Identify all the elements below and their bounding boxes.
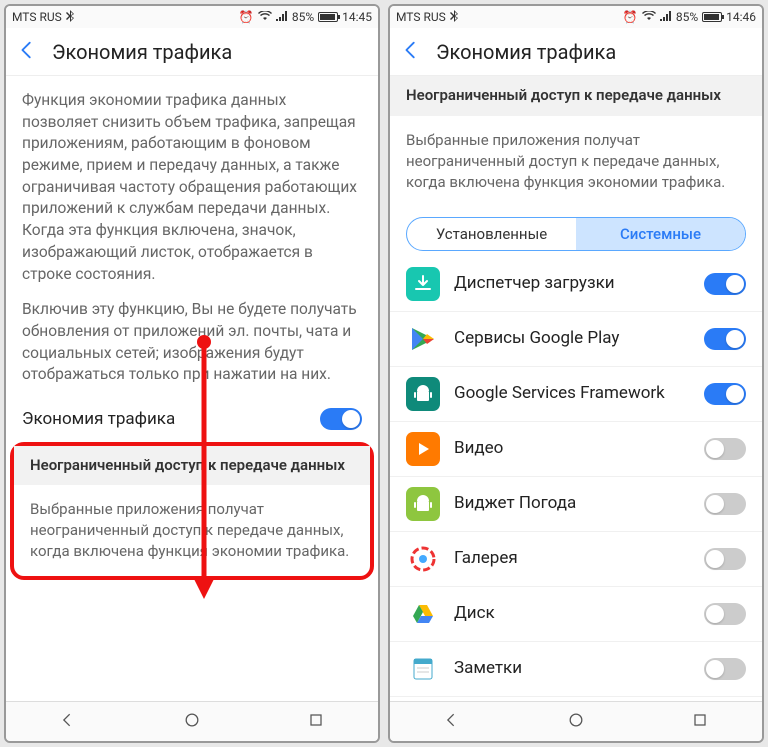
tab-segmented-control: Установленные Системные [406,217,746,251]
app-switch[interactable] [704,273,746,295]
app-switch[interactable] [704,438,746,460]
tab-system[interactable]: Системные [576,218,745,250]
desc-paragraph-1: Функция экономии трафика данных позволяе… [22,90,362,285]
content-left: Функция экономии трафика данных позволяе… [6,76,378,701]
app-row[interactable]: Диск [390,587,762,642]
app-label: Google Services Framework [454,383,690,403]
nav-recent[interactable] [690,710,710,734]
clock: 14:46 [726,10,756,24]
carrier-label: MTS RUS [12,10,62,24]
app-label: Сервисы Google Play [454,328,690,348]
wifi-icon [642,10,656,24]
app-icon [406,432,440,466]
app-switch[interactable] [704,603,746,625]
signal-icon [276,10,288,24]
app-row[interactable]: Видео [390,422,762,477]
back-button[interactable] [16,39,38,65]
unrestricted-section-header: Неограниченный доступ к передаче данных [390,76,762,116]
phone-right: MTS RUS ⏰ 85% 14:46 Экономия трафика Нео… [388,4,764,743]
nav-home[interactable] [182,710,202,734]
app-switch[interactable] [704,493,746,515]
app-row[interactable]: Google Services Framework [390,367,762,422]
app-switch[interactable] [704,548,746,570]
app-label: Диспетчер загрузки [454,273,690,293]
signal-icon [660,10,672,24]
app-header: Экономия трафика [6,28,378,76]
status-bar: MTS RUS ⏰ 85% 14:46 [390,6,762,28]
content-right: Неограниченный доступ к передаче данных … [390,76,762,701]
back-button[interactable] [400,39,422,65]
phone-left: MTS RUS ⏰ 85% 14:45 Экономия трафика Фун… [4,4,380,743]
app-switch[interactable] [704,328,746,350]
desc-paragraph-2: Включив эту функцию, Вы не будете получа… [22,299,362,386]
nav-back[interactable] [442,710,462,734]
app-row[interactable]: Сервисы Google Play [390,312,762,367]
highlight-annotation: Неограниченный доступ к передаче данных … [10,442,374,581]
app-label: Виджет Погода [454,493,690,513]
unrestricted-section-header[interactable]: Неограниченный доступ к передаче данных [14,446,370,486]
page-title: Экономия трафика [52,40,232,64]
battery-pct: 85% [676,10,698,24]
clock: 14:45 [342,10,372,24]
battery-icon [702,12,722,22]
app-label: Галерея [454,548,690,568]
carrier-label: MTS RUS [396,10,446,24]
unrestricted-section-desc: Выбранные приложения получат неограничен… [390,116,762,207]
app-row[interactable]: Диспетчер загрузки [390,257,762,312]
data-saver-switch[interactable] [320,408,362,430]
alarm-icon: ⏰ [623,10,638,24]
app-row[interactable]: Виджет Погода [390,477,762,532]
data-saver-toggle-row[interactable]: Экономия трафика [6,396,378,442]
app-list: Диспетчер загрузки Сервисы Google Play Goo… [390,257,762,702]
bluetooth-icon [66,10,76,25]
app-label: Диск [454,603,690,623]
app-row[interactable]: Заметки [390,642,762,697]
app-icon [406,267,440,301]
battery-pct: 85% [292,10,314,24]
app-icon [406,652,440,686]
app-switch[interactable] [704,658,746,680]
wifi-icon [258,10,272,24]
app-label: Видео [454,438,690,458]
app-row[interactable]: Галерея [390,532,762,587]
nav-recent[interactable] [306,710,326,734]
nav-back[interactable] [58,710,78,734]
nav-home[interactable] [566,710,586,734]
bluetooth-icon [450,10,460,25]
app-header: Экономия трафика [390,28,762,76]
app-icon [406,322,440,356]
unrestricted-section-desc: Выбранные приложения получат неограничен… [14,485,370,576]
status-bar: MTS RUS ⏰ 85% 14:45 [6,6,378,28]
battery-icon [318,12,338,22]
alarm-icon: ⏰ [239,10,254,24]
page-title: Экономия трафика [436,40,616,64]
app-icon [406,377,440,411]
description-block: Функция экономии трафика данных позволяе… [6,76,378,396]
nav-bar [390,701,762,741]
app-icon [406,542,440,576]
toggle-label: Экономия трафика [22,409,175,429]
tab-installed[interactable]: Установленные [407,218,576,250]
app-icon [406,487,440,521]
app-label: Заметки [454,658,690,678]
app-switch[interactable] [704,383,746,405]
nav-bar [6,701,378,741]
app-icon [406,597,440,631]
